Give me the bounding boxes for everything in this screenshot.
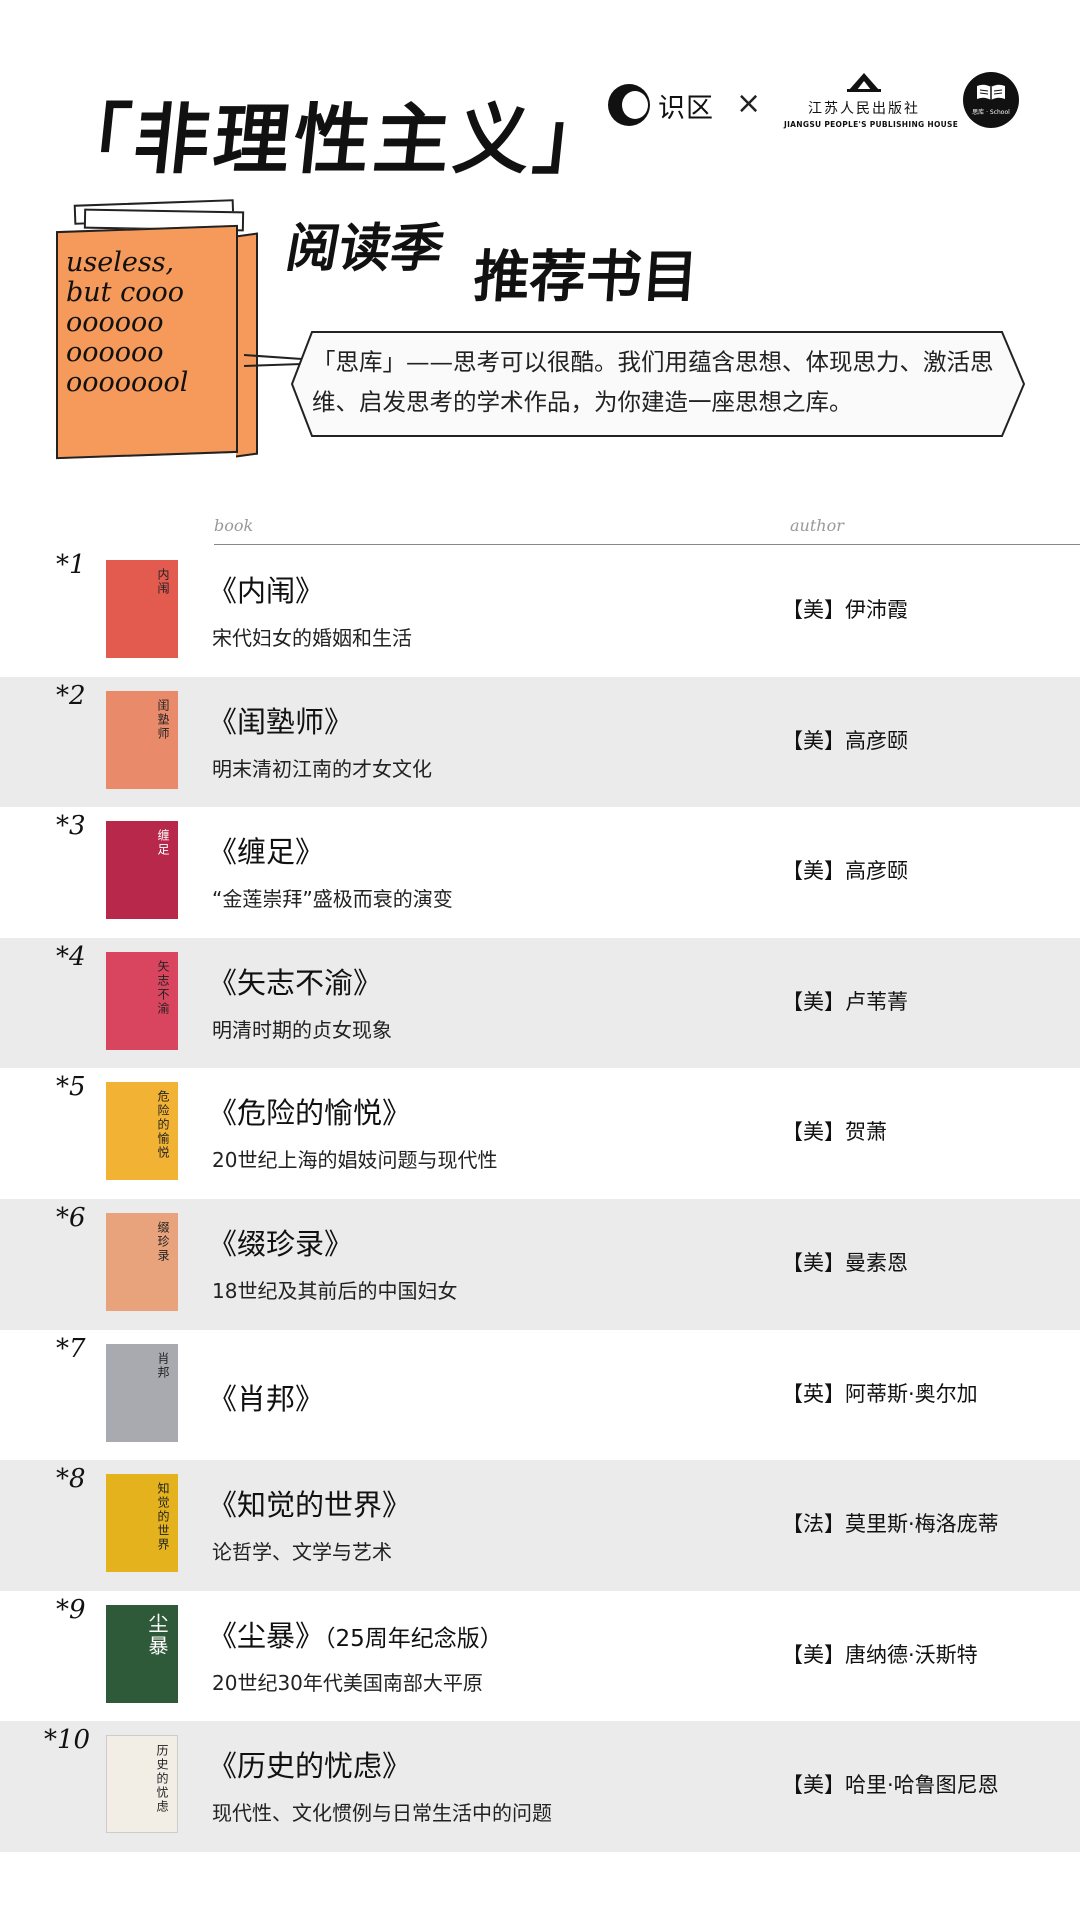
open-book-icon [977,84,1005,100]
book-title: 《缠足》 [208,835,325,870]
book-title-extra: （25周年纪念版） [324,1625,503,1652]
book-author: 【美】高彦颐 [782,859,908,884]
book-number: *1 [56,550,86,580]
book-subtitle: 20世纪30年代美国南部大平原 [212,1670,483,1695]
orange-book-illustration: useless, but cooo oooooo oooooo oooooool [50,199,260,462]
intro-bubble: 「思库」——思考可以很酷。我们用蕴含思想、体现思力、激活思维、启发思考的学术作品… [290,330,1026,438]
subtitle-recommended-list: 推荐书目 [471,245,700,310]
intro-text: 「思库」——思考可以很酷。我们用蕴含思想、体现思力、激活思维、启发思考的学术作品… [312,348,994,416]
book-subtitle: 18世纪及其前后的中国妇女 [212,1278,458,1303]
book-title: 《尘暴》（25周年纪念版） [208,1618,503,1653]
book-row: *10 历史的忧虑 《历史的忧虑》 现代性、文化惯例与日常生活中的问题 【美】哈… [0,1721,1080,1852]
book-number: *5 [56,1072,86,1103]
book-title: 《缀珍录》 [208,1226,354,1261]
book-slogan: useless, but cooo oooooo oooooo oooooool [66,247,189,398]
book-number: *9 [56,1594,86,1625]
collab-separator: × [736,86,762,121]
book-row: *2 闺塾师 《闺塾师》 明末清初江南的才女文化 【美】高彦颐 [0,676,1080,808]
publisher-roof-icon [847,73,881,92]
partner-logos: 识区 × 江苏人民出版社 JIANGSU PEOPLE'S PUBLISHING… [608,66,1028,136]
book-number: *8 [56,1464,86,1495]
book-subtitle: 明清时期的贞女现象 [212,1017,392,1042]
book-author: 【美】卢苇菁 [782,989,908,1014]
column-header-author: author [790,516,844,535]
book-row: *9 尘暴 《尘暴》（25周年纪念版） 20世纪30年代美国南部大平原 【美】唐… [0,1591,1080,1722]
siku-logo: 思库 · School [963,72,1019,128]
book-row: *3 缠足 《缠足》 “金莲崇拜”盛极而衰的演变 【美】高彦颐 [0,807,1080,938]
page-title: 「非理性主义」 [49,95,619,184]
book-author: 【美】曼素恩 [782,1250,908,1275]
book-title: 《危险的愉悦》 [208,1096,412,1131]
book-cover-thumbnail: 肖邦 [106,1343,178,1442]
book-author: 【美】伊沛霞 [782,598,908,622]
book-subtitle: 宋代妇女的婚姻和生活 [212,626,412,650]
column-header-book: book [214,516,254,535]
book-author: 【美】高彦颐 [782,728,908,753]
book-author: 【美】唐纳德·沃斯特 [782,1642,978,1667]
book-row: *4 矢志不渝 《矢志不渝》 明清时期的贞女现象 【美】卢苇菁 [0,937,1080,1069]
book-author: 【法】莫里斯·梅洛庞蒂 [782,1512,999,1537]
book-subtitle: 论哲学、文学与艺术 [212,1540,392,1565]
subtitle-reading-season: 阅读季 [281,219,449,279]
book-author: 【美】哈里·哈鲁图尼恩 [782,1773,999,1798]
book-row: *6 缀珍录 《缀珍录》 18世纪及其前后的中国妇女 【美】曼素恩 [0,1198,1080,1330]
book-number: *2 [56,680,86,711]
book-title: 《历史的忧虑》 [208,1749,412,1784]
book-author: 【英】阿蒂斯·奥尔加 [782,1381,978,1406]
book-number: *7 [56,1333,86,1364]
book-row: *7 肖邦 《肖邦》 【英】阿蒂斯·奥尔加 [0,1330,1080,1461]
book-subtitle: 现代性、文化惯例与日常生活中的问题 [212,1801,552,1826]
book-cover-thumbnail: 危险的愉悦 [106,1082,178,1181]
book-number: *4 [56,941,86,972]
jiangsu-publisher-logo: 江苏人民出版社 JIANGSU PEOPLE'S PUBLISHING HOUS… [784,66,959,136]
shiqu-logo-text: 识区 [658,92,714,124]
book-cover-thumbnail: 历史的忧虑 [106,1735,178,1834]
book-cover-thumbnail: 内闱 [106,560,178,658]
header-divider [214,544,1080,545]
book-cover-thumbnail: 缠足 [106,821,178,920]
book-subtitle: “金莲崇拜”盛极而衰的演变 [212,887,453,912]
book-cover-thumbnail: 知觉的世界 [106,1474,178,1573]
book-number: *3 [56,811,86,842]
book-list: *1 内闱 《内闱》 宋代妇女的婚姻和生活 【美】伊沛霞 *2 闺塾师 《闺塾师… [0,546,1080,1852]
book-row: *8 知觉的世界 《知觉的世界》 论哲学、文学与艺术 【法】莫里斯·梅洛庞蒂 [0,1460,1080,1591]
publisher-name-en: JIANGSU PEOPLE'S PUBLISHING HOUSE [784,120,959,129]
book-spine [236,232,258,458]
book-cover-thumbnail: 矢志不渝 [106,951,178,1050]
publisher-name-cn: 江苏人民出版社 [808,101,920,117]
book-cover-thumbnail: 闺塾师 [106,690,178,789]
book-title: 《矢志不渝》 [208,965,383,1000]
book-title: 《知觉的世界》 [208,1488,412,1523]
book-title: 《内闱》 [208,574,325,608]
book-cover-thumbnail: 缀珍录 [106,1212,178,1311]
book-cover-thumbnail: 尘暴 [106,1604,178,1703]
book-row: *1 内闱 《内闱》 宋代妇女的婚姻和生活 【美】伊沛霞 [0,546,1080,677]
book-title: 《闺塾师》 [208,704,354,739]
shiqu-logo: 识区 [608,84,714,126]
book-subtitle: 20世纪上海的娼妓问题与现代性 [212,1148,498,1173]
book-number: *10 [44,1725,91,1756]
siku-caption: 思库 · School [972,109,1010,116]
book-subtitle: 明末清初江南的才女文化 [212,756,432,781]
book-row: *5 危险的愉悦 《危险的愉悦》 20世纪上海的娼妓问题与现代性 【美】贺萧 [0,1068,1080,1199]
book-author: 【美】贺萧 [782,1120,887,1145]
book-number: *6 [56,1202,86,1233]
book-title: 《肖邦》 [208,1381,325,1416]
